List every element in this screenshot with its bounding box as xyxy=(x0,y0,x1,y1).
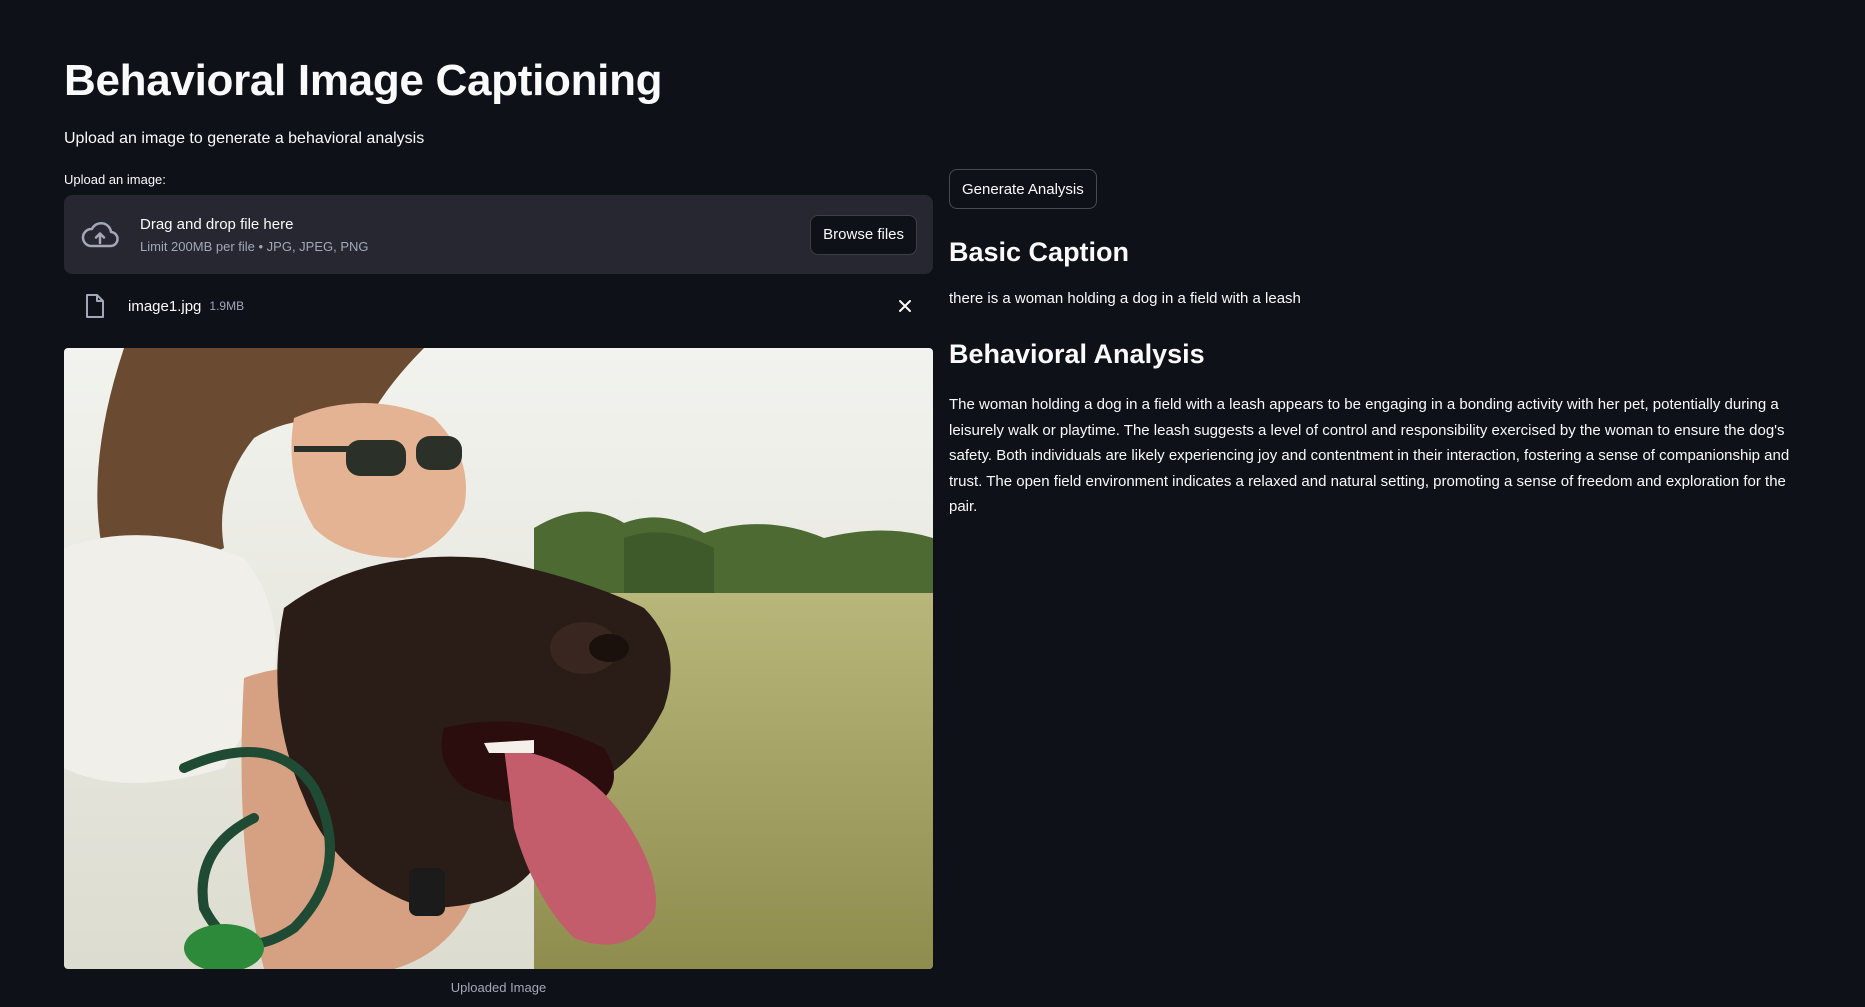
dropzone-text: Drag and drop file here Limit 200MB per … xyxy=(140,216,810,254)
file-name: image1.jpg xyxy=(128,297,202,315)
uploaded-image xyxy=(64,348,933,969)
dropzone-instruction: Drag and drop file here xyxy=(140,215,294,233)
results-section: Generate Analysis Basic Caption there is… xyxy=(949,169,1809,520)
remove-file-button[interactable] xyxy=(893,294,917,318)
basic-caption-heading: Basic Caption xyxy=(949,237,1130,267)
generate-analysis-button[interactable]: Generate Analysis xyxy=(949,169,1097,209)
page-subtitle: Upload an image to generate a behavioral… xyxy=(64,130,425,147)
behavioral-analysis-heading: Behavioral Analysis xyxy=(949,339,1205,369)
upload-section: Upload an image: Drag and drop file here… xyxy=(64,172,933,338)
cloud-upload-icon xyxy=(80,215,120,255)
upload-label: Upload an image: xyxy=(64,172,166,187)
dropzone-limit: Limit 200MB per file • JPG, JPEG, PNG xyxy=(140,238,369,254)
app-page: Behavioral Image Captioning Upload an im… xyxy=(0,0,1865,1007)
file-size: 1.9MB xyxy=(209,299,245,313)
uploaded-file-row: image1.jpg 1.9MB xyxy=(64,274,933,338)
browse-files-button[interactable]: Browse files xyxy=(810,214,917,255)
file-icon xyxy=(84,293,108,319)
basic-caption-text: there is a woman holding a dog in a fiel… xyxy=(949,290,1301,307)
file-dropzone[interactable]: Drag and drop file here Limit 200MB per … xyxy=(64,195,933,274)
page-title: Behavioral Image Captioning xyxy=(64,56,663,105)
close-icon xyxy=(899,300,911,312)
behavioral-analysis-text: The woman holding a dog in a field with … xyxy=(949,396,1790,516)
image-caption: Uploaded Image xyxy=(450,980,547,995)
